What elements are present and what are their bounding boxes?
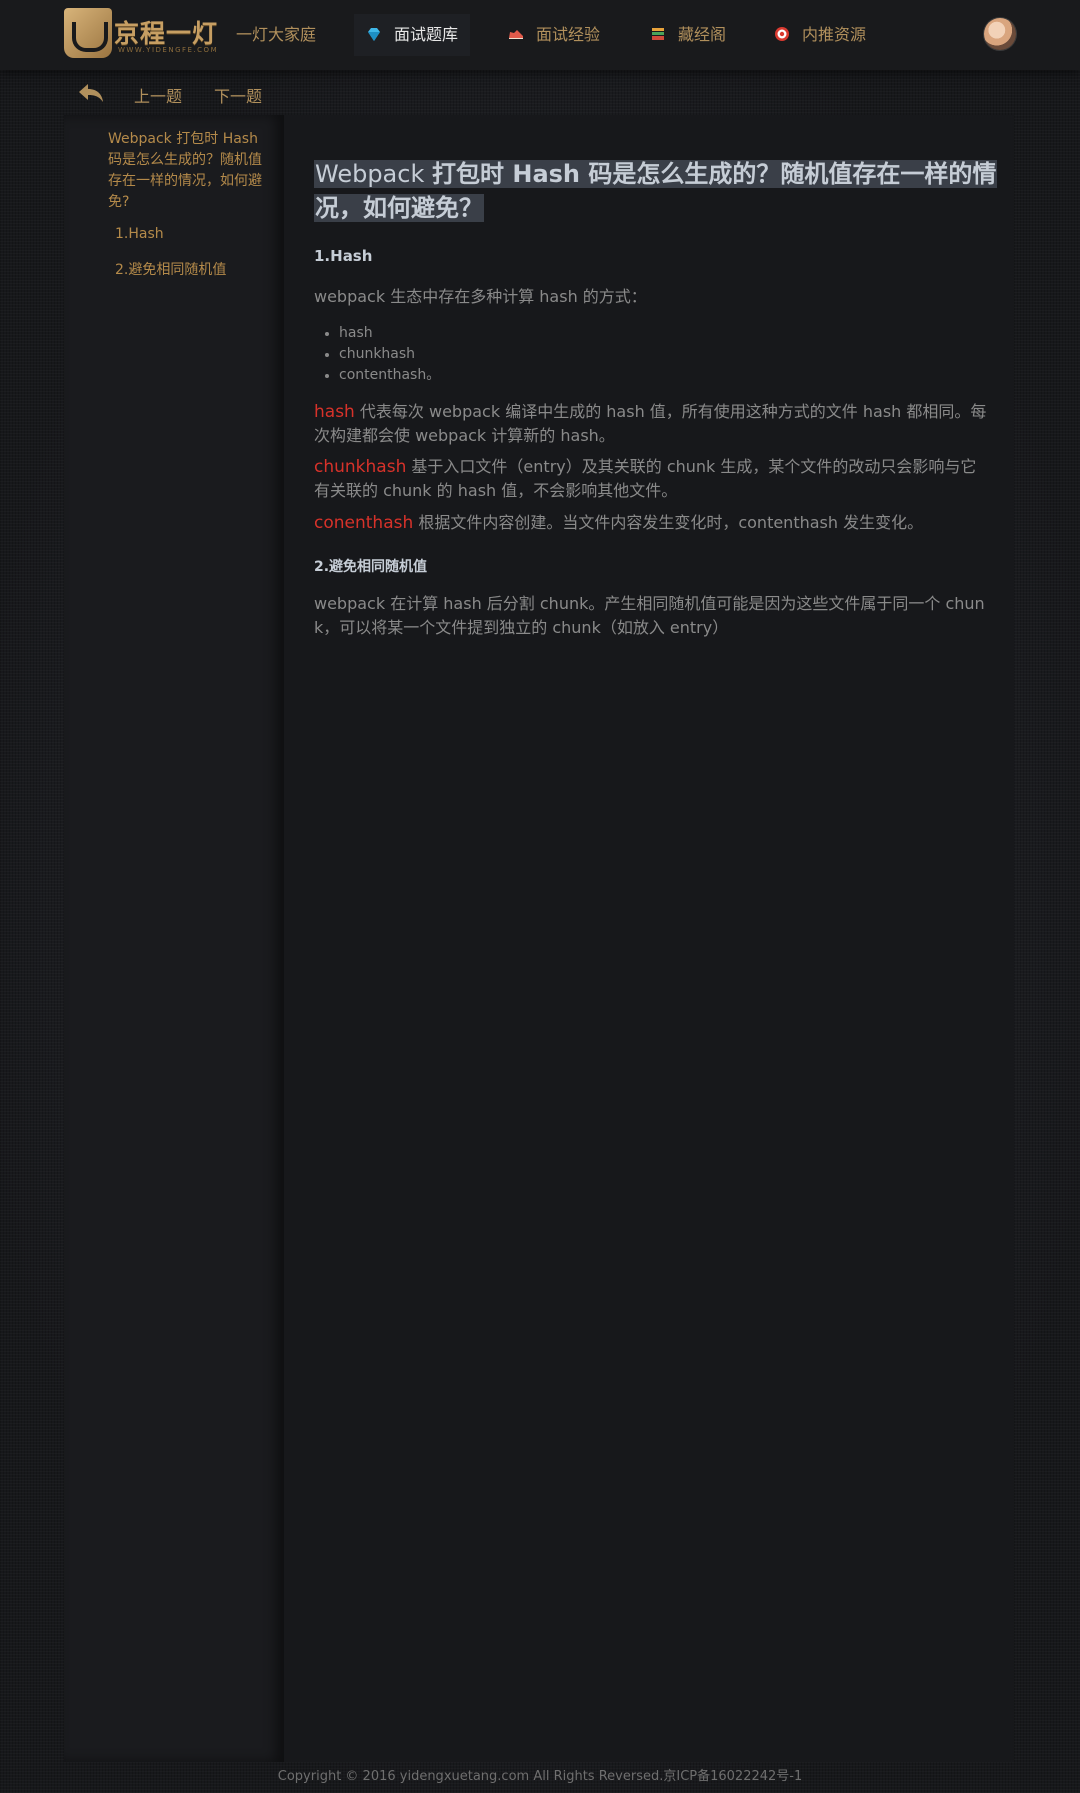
diamond-icon xyxy=(368,28,380,41)
section-heading-hash: 1.Hash xyxy=(314,247,373,265)
section-heading-avoid: 2.避免相同随机值 xyxy=(314,559,428,575)
back-arrow-icon[interactable] xyxy=(78,82,104,104)
chunkhash-term: chunkhash xyxy=(314,457,407,477)
next-question-link[interactable]: 下一题 xyxy=(214,83,262,107)
nav-item-family[interactable]: 一灯大家庭 xyxy=(236,14,316,56)
list-item: chunkhash xyxy=(314,344,440,365)
question-title: Webpack 打包时 Hash 码是怎么生成的？随机值存在一样的情况，如何避免… xyxy=(314,157,998,225)
chunkhash-description: chunkhash 基于入口文件（entry）及其关联的 chunk 生成，某个… xyxy=(314,455,990,503)
toc-item-hash[interactable]: 1.Hash xyxy=(115,226,164,242)
prev-question-link[interactable]: 上一题 xyxy=(134,83,182,107)
hash-desc: 代表每次 webpack 编译中生成的 hash 值，所有使用这种方式的文件 h… xyxy=(314,402,987,445)
contenthash-desc: 根据文件内容创建。当文件内容发生变化时，contenthash 发生变化。 xyxy=(413,513,924,532)
nav-item-interview-experience[interactable]: 面试经验 xyxy=(508,14,600,56)
user-avatar[interactable] xyxy=(984,18,1016,50)
nav-item-referral[interactable]: 内推资源 xyxy=(774,14,866,56)
books-icon xyxy=(652,28,664,40)
nav-item-label: 面试题库 xyxy=(394,25,459,44)
contenthash-term: conenthash xyxy=(314,513,414,533)
shoe-icon xyxy=(509,30,523,39)
list-item: hash xyxy=(314,323,440,344)
hash-description: hash 代表每次 webpack 编译中生成的 hash 值，所有使用这种方式… xyxy=(314,400,990,448)
question-title-plain: Webpack xyxy=(315,160,432,188)
logo-subtext: WWW.YIDENGFE.COM xyxy=(118,46,219,54)
site-logo[interactable]: 京程一灯 WWW.YIDENGFE.COM xyxy=(64,8,226,60)
nav-item-library[interactable]: 藏经阁 xyxy=(650,14,726,56)
chunkhash-desc: 基于入口文件（entry）及其关联的 chunk 生成，某个文件的改动只会影响与… xyxy=(314,457,977,500)
footer-copyright: Copyright © 2016 yidengxuetang.com All R… xyxy=(277,1769,803,1784)
contenthash-description: conenthash 根据文件内容创建。当文件内容发生变化时，contentha… xyxy=(314,511,990,535)
toc-sidebar: Webpack 打包时 Hash 码是怎么生成的？随机值存在一样的情况，如何避免… xyxy=(64,115,284,1762)
hash-intro-text: webpack 生态中存在多种计算 hash 的方式： xyxy=(314,287,647,306)
toc-item-avoid-same-random[interactable]: 2.避免相同随机值 xyxy=(115,259,226,279)
top-header: 京程一灯 WWW.YIDENGFE.COM 一灯大家庭 面试题库 面试经验 藏经… xyxy=(0,0,1080,70)
hash-method-list: hash chunkhash contenthash。 xyxy=(314,323,440,386)
nav-item-label: 一灯大家庭 xyxy=(236,25,317,44)
list-item: contenthash。 xyxy=(314,365,440,386)
target-icon xyxy=(775,27,789,41)
hash-term: hash xyxy=(314,402,355,422)
article-content: Webpack 打包时 Hash 码是怎么生成的？随机值存在一样的情况，如何避免… xyxy=(284,115,1014,1762)
toc-title[interactable]: Webpack 打包时 Hash 码是怎么生成的？随机值存在一样的情况，如何避免… xyxy=(108,129,268,213)
nav-item-label: 面试经验 xyxy=(536,25,601,44)
nav-item-question-bank[interactable]: 面试题库 xyxy=(354,14,471,56)
nav-item-label: 内推资源 xyxy=(802,25,867,44)
logo-text: 京程一灯 xyxy=(114,19,219,48)
logo-mark xyxy=(64,8,112,58)
avoid-description: webpack 在计算 hash 后分割 chunk。产生相同随机值可能是因为这… xyxy=(314,594,985,637)
nav-item-label: 藏经阁 xyxy=(678,25,727,44)
